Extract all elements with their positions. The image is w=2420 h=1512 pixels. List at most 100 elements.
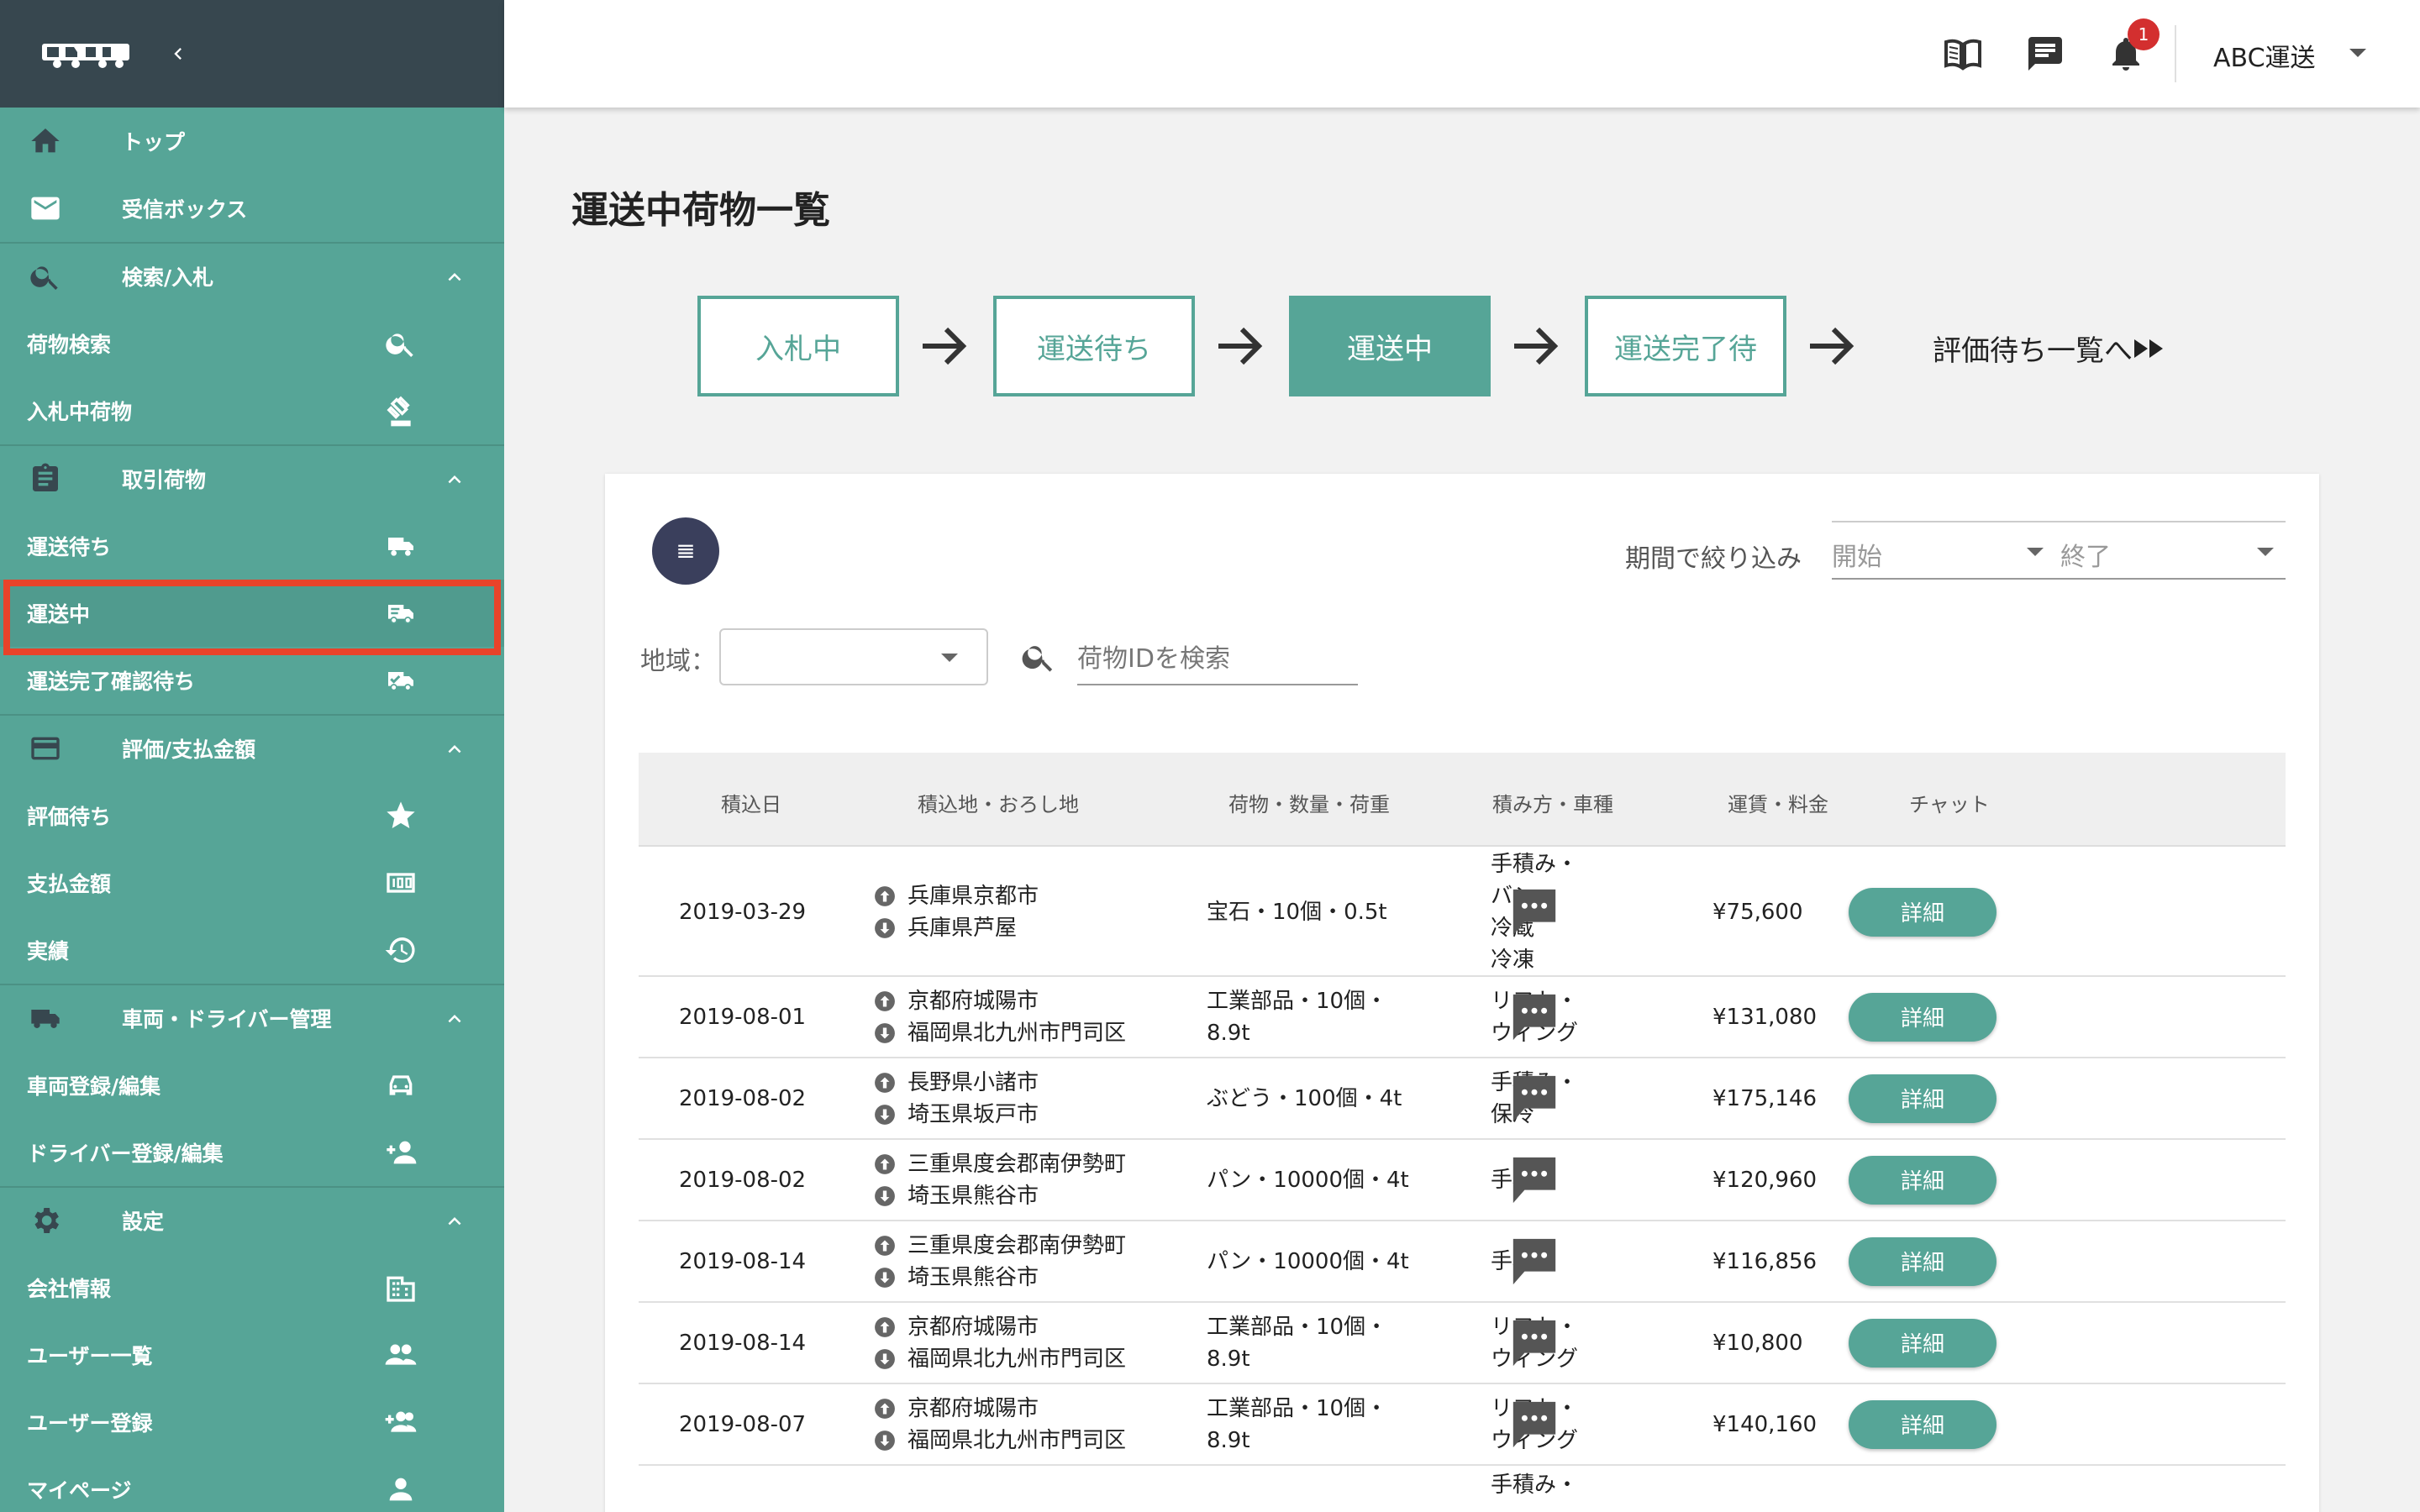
- fare: ¥10,800: [1712, 1330, 1803, 1356]
- sidebar-header: [0, 0, 504, 108]
- book-icon[interactable]: [1943, 34, 1983, 74]
- chat-icon[interactable]: [2025, 34, 2065, 74]
- company-menu[interactable]: ABC運送: [2213, 37, 2316, 74]
- sidebar-item-label: 車両・ドライバー管理: [122, 1007, 332, 1032]
- chevron-left-icon: [174, 48, 182, 60]
- detail-button[interactable]: 詳細: [1849, 1236, 1996, 1286]
- sidebar-item-search-bid[interactable]: 検索/入札: [0, 243, 504, 310]
- table-row: 2019-08-02長野県小諸市埼玉県坂戸市ぶどう・100個・4t手積み・保冷¥…: [639, 1058, 2286, 1140]
- start-date-field[interactable]: 開始: [1832, 521, 2059, 580]
- detail-button[interactable]: 詳細: [1849, 887, 1996, 937]
- chat-bubble-icon[interactable]: [1509, 1154, 1560, 1206]
- sidebar-item-rating-payment[interactable]: 評価/支払金額: [0, 715, 504, 782]
- sidebar-item-awaiting-transport[interactable]: 運送待ち: [0, 512, 504, 580]
- step-awaiting[interactable]: 運送待ち: [993, 296, 1195, 396]
- sidebar-item-vehicle-edit[interactable]: 車両登録/編集: [0, 1052, 504, 1119]
- pickup-location: 三重県度会郡南伊勢町: [908, 1151, 1127, 1177]
- sidebar-item-inbox[interactable]: 受信ボックス: [0, 175, 504, 242]
- pickup-location: 三重県度会郡南伊勢町: [908, 1232, 1127, 1258]
- detail-button[interactable]: 詳細: [1849, 992, 1996, 1042]
- load-date: 2019-08-07: [679, 1411, 807, 1437]
- chat-bubble-icon[interactable]: [1509, 1399, 1560, 1451]
- awaiting-rating-link-label: 評価待ち一覧へ: [1933, 334, 2133, 368]
- history-icon: [385, 937, 415, 963]
- chat-bubble-icon[interactable]: [1509, 991, 1560, 1043]
- caret-down-icon: [2257, 548, 2274, 556]
- column-header-loading: 積み方・車種: [1492, 793, 1613, 816]
- mail-icon: [31, 197, 60, 220]
- notification-badge: 1: [2128, 18, 2160, 50]
- gear-icon: [34, 1208, 59, 1233]
- load-date: 2019-08-02: [679, 1085, 807, 1111]
- detail-button[interactable]: 詳細: [1849, 1074, 1996, 1123]
- dropoff-arrow-icon: [875, 917, 895, 938]
- region-select[interactable]: [719, 628, 988, 685]
- chevron-up-icon: [448, 273, 461, 281]
- route: 京都府城陽市 福岡県北九州市門司区: [874, 985, 1126, 1049]
- column-header-cargo: 荷物・数量・荷重: [1228, 793, 1390, 816]
- end-date-field[interactable]: 終了: [2059, 521, 2286, 580]
- sidebar-item-label: 評価待ち: [27, 805, 112, 829]
- sidebar-item-company-info[interactable]: 会社情報: [0, 1254, 504, 1321]
- loading-line: 冷凍: [1491, 947, 1535, 973]
- dropoff-location: 福岡県北九州市門司区: [908, 1020, 1127, 1046]
- collapse-sidebar-button[interactable]: [166, 42, 190, 66]
- step-bidding[interactable]: 入札中: [697, 296, 899, 396]
- money-icon: [387, 873, 415, 893]
- table-row: 2019-08-01京都府城陽市福岡県北九州市門司区工業部品・10個・8.9tリ…: [639, 977, 2286, 1058]
- table-row: 2019-08-02三重県度会郡南伊勢町埼玉県熊谷市パン・10000個・4t手積…: [639, 1140, 2286, 1221]
- table-row: 2019-03-29 兵庫県京都市 兵庫県芦屋 宝石・10個・0.5t 手積み・ バン 冷蔵…: [639, 848, 2286, 977]
- chat-bubble-icon[interactable]: [1509, 1317, 1560, 1369]
- sidebar-item-bidding-cargo[interactable]: 入札中荷物: [0, 377, 504, 444]
- sidebar-item-awaiting-completion[interactable]: 運送完了確認待ち: [0, 647, 504, 714]
- fast-forward-icon: [2134, 339, 2163, 358]
- sidebar-item-user-list[interactable]: ユーザー一覧: [0, 1321, 504, 1389]
- sidebar-item-label: 設定: [122, 1210, 165, 1234]
- step-awaiting-completion[interactable]: 運送完了待: [1585, 296, 1786, 396]
- gavel-icon: [387, 396, 411, 427]
- sidebar: トップ 受信ボックス 検索/入札 荷物検索 入札中荷物 取引荷物 運送待ち 運送…: [0, 0, 504, 1512]
- sidebar-item-payment-amount[interactable]: 支払金額: [0, 849, 504, 916]
- caret-down-icon[interactable]: [2349, 49, 2366, 57]
- detail-button[interactable]: 詳細: [1849, 1318, 1996, 1368]
- awaiting-rating-link[interactable]: 評価待ち一覧へ: [1933, 328, 2166, 369]
- dropoff-arrow-icon: [875, 1104, 895, 1125]
- chat-bubble-icon[interactable]: [1509, 1073, 1560, 1125]
- sidebar-item-label: 会社情報: [27, 1277, 112, 1301]
- chat-bubble-icon[interactable]: [1509, 1236, 1560, 1288]
- detail-button[interactable]: 詳細: [1849, 1399, 1996, 1449]
- cargo-line: パン・10000個・4t: [1207, 1167, 1409, 1193]
- sidebar-item-history[interactable]: 実績: [0, 916, 504, 984]
- sidebar-item-user-register[interactable]: ユーザー登録: [0, 1389, 504, 1456]
- pickup-arrow-icon: [875, 1316, 895, 1337]
- route: 三重県度会郡南伊勢町 埼玉県熊谷市: [874, 1230, 1126, 1294]
- sidebar-item-cargo-search[interactable]: 荷物検索: [0, 310, 504, 377]
- load-date: 2019-03-29: [679, 899, 807, 925]
- sidebar-item-label: 入札中荷物: [27, 400, 133, 424]
- dropoff-arrow-icon: [875, 1185, 895, 1206]
- detail-button[interactable]: 詳細: [1849, 1155, 1996, 1205]
- sidebar-item-settings[interactable]: 設定: [0, 1187, 504, 1254]
- menu-button[interactable]: [652, 517, 719, 585]
- cargo-id-search-input[interactable]: [1077, 633, 1358, 685]
- table-header: 積込日 積込地・おろし地 荷物・数量・荷重 積み方・車種 運賃・料金 チャット: [639, 753, 2286, 847]
- sidebar-item-vehicle-driver[interactable]: 車両・ドライバー管理: [0, 984, 504, 1052]
- sidebar-item-my-page[interactable]: マイページ: [0, 1456, 504, 1512]
- top-bar: 1 ABC運送: [504, 0, 2420, 108]
- app-logo[interactable]: [39, 37, 133, 71]
- sidebar-item-label: 車両登録/編集: [27, 1074, 161, 1099]
- sidebar-item-awaiting-rating[interactable]: 評価待ち: [0, 782, 504, 849]
- menu-icon: [678, 544, 693, 558]
- cargo-line: 工業部品・10個・: [1207, 1395, 1388, 1421]
- step-in-transit[interactable]: 運送中: [1289, 296, 1491, 396]
- star-icon: [387, 801, 415, 828]
- sidebar-item-top[interactable]: トップ: [0, 108, 504, 175]
- table-row: 手積み・: [639, 1466, 2286, 1512]
- cargo-info: ぶどう・100個・4t: [1207, 1083, 1402, 1115]
- sidebar-item-driver-edit[interactable]: ドライバー登録/編集: [0, 1119, 504, 1186]
- chat-bubble-icon[interactable]: [1509, 886, 1560, 938]
- clipboard-icon: [33, 463, 58, 491]
- load-date: 2019-08-01: [679, 1004, 807, 1030]
- sidebar-item-label: マイページ: [27, 1478, 132, 1503]
- sidebar-item-trade-cargo[interactable]: 取引荷物: [0, 445, 504, 512]
